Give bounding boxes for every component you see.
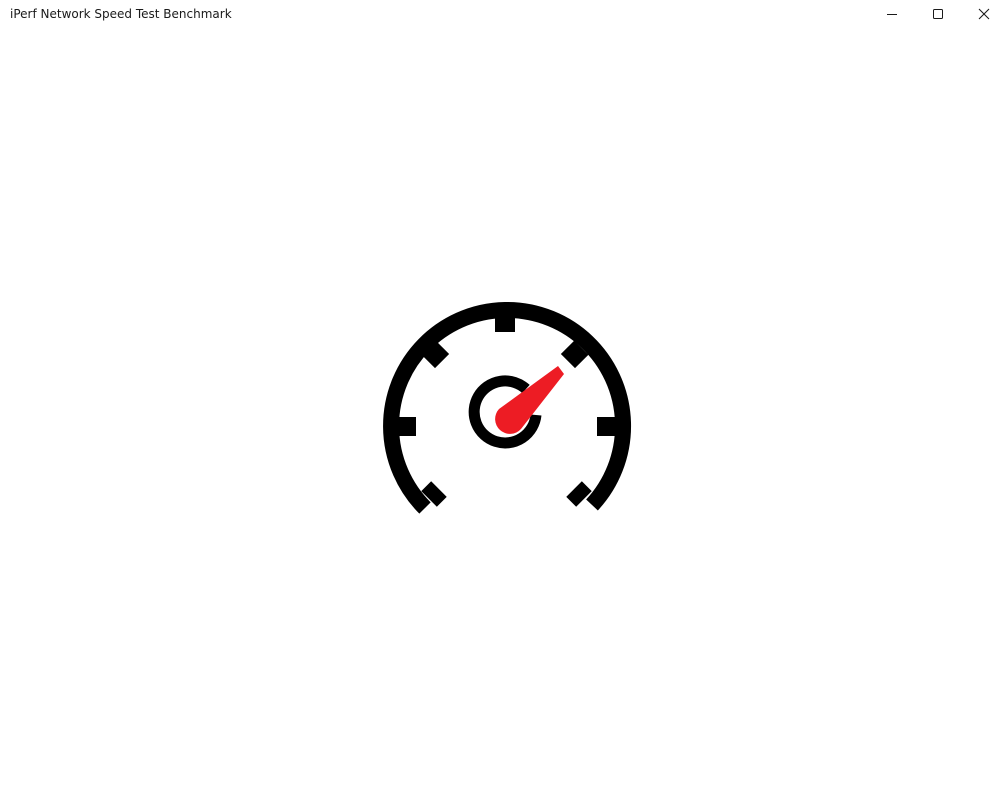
- dial-tick: [597, 417, 619, 436]
- splash-screen: [383, 302, 632, 514]
- app-window: iPerf Network Speed Test Benchmark: [0, 0, 1007, 787]
- dial-tick: [394, 417, 416, 436]
- dial-tick: [566, 481, 592, 507]
- speedometer-icon: [383, 302, 632, 514]
- dial-tick: [495, 314, 515, 332]
